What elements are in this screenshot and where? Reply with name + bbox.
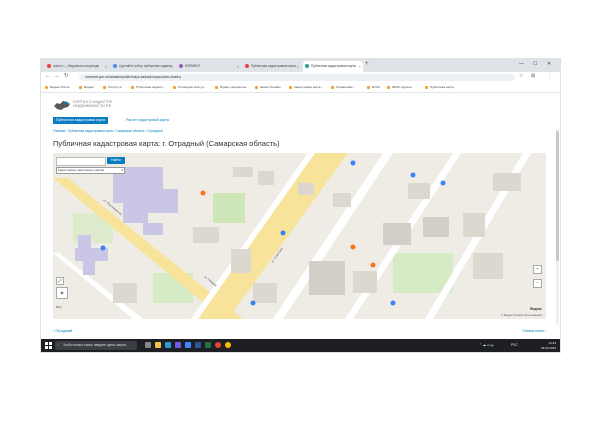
map-attribution[interactable]: © Яндекс Условия использования bbox=[501, 314, 542, 317]
close-icon[interactable]: × bbox=[171, 61, 173, 72]
extensions-icon[interactable]: ⊞ bbox=[531, 73, 535, 79]
file-explorer-icon[interactable] bbox=[155, 342, 161, 348]
bookmark-item[interactable]: Публичная карта bbox=[425, 83, 454, 92]
tray-icons[interactable]: ⌃ ☁ ▭ 🔈 bbox=[479, 339, 495, 352]
bookmark-item[interactable]: Госуслуги bbox=[103, 83, 122, 92]
close-icon[interactable]: × bbox=[297, 61, 299, 72]
map-view[interactable]: ул. Первомайская ул. Советская ул. Гайда… bbox=[53, 153, 546, 319]
bookmark-item[interactable]: Яндекс.Почта bbox=[45, 83, 69, 92]
browser-tab[interactable]: Сделайте отбор публичных кадастр × bbox=[111, 61, 175, 72]
forward-icon[interactable]: → bbox=[54, 73, 60, 79]
tab-public-map[interactable]: Публичная кадастровая карта bbox=[53, 117, 109, 124]
app-icon[interactable] bbox=[175, 342, 181, 348]
web-page: ПОРТАЛ О КАДАСТРЕ НЕДВИЖИМОСТИ РФ Публич… bbox=[41, 93, 560, 339]
browser-tab-active[interactable]: Публичная кадастровая карта × bbox=[303, 61, 363, 72]
zoom-out-button[interactable]: − bbox=[533, 279, 542, 288]
bookmark-icon bbox=[103, 86, 106, 89]
browser-tab[interactable]: Публичная кадастровая карта × bbox=[243, 61, 301, 72]
tab-favicon-icon bbox=[179, 64, 183, 68]
bookmark-icon bbox=[331, 86, 334, 89]
input-language[interactable]: РУС bbox=[511, 339, 518, 352]
bookmark-icon bbox=[215, 86, 218, 89]
excel-icon[interactable] bbox=[205, 342, 211, 348]
close-icon[interactable]: × bbox=[237, 61, 239, 72]
browser-tab-strip: xumi.ru — Ведомость переходн × Сделайте о… bbox=[41, 59, 560, 72]
edge-icon[interactable] bbox=[165, 342, 171, 348]
bookmark-icon bbox=[45, 86, 48, 89]
bookmark-item[interactable]: Яндекс bbox=[79, 83, 94, 92]
menu-icon[interactable]: ⋮ bbox=[547, 73, 552, 79]
tab-calculation[interactable]: Расчет кадастровой карты bbox=[123, 117, 172, 124]
windows-taskbar: ⌕ Чтобы начать поиск, введите здесь запр… bbox=[41, 339, 560, 352]
close-window-icon[interactable]: ✕ bbox=[547, 61, 551, 67]
bookmark-icon bbox=[425, 86, 428, 89]
search-button[interactable]: Найти bbox=[107, 157, 125, 164]
pager-next-link[interactable]: Похвистнево › bbox=[522, 329, 546, 333]
bookmark-icon bbox=[289, 86, 292, 89]
taskbar-clock[interactable]: 14:43 03.03.2023 bbox=[541, 341, 556, 350]
bookmark-item[interactable]: Подать документы... bbox=[215, 83, 249, 92]
search-icon: ⌕ bbox=[57, 343, 59, 347]
bookmark-icon bbox=[131, 86, 134, 89]
word-icon[interactable] bbox=[195, 342, 201, 348]
logo-text: ПОРТАЛ О КАДАСТРЕ НЕДВИЖИМОСТИ РФ bbox=[73, 100, 113, 108]
taskbar-search-input[interactable]: ⌕ Чтобы начать поиск, введите здесь запр… bbox=[55, 341, 137, 350]
layer-select[interactable]: Кадастровые земельные участки ▾ bbox=[56, 167, 125, 174]
map-canvas bbox=[53, 153, 546, 319]
tab-favicon-icon bbox=[245, 64, 249, 68]
task-view-icon[interactable] bbox=[145, 342, 151, 348]
logo-icon bbox=[54, 101, 70, 110]
scrollbar-thumb[interactable] bbox=[556, 131, 559, 261]
minimize-icon[interactable]: — bbox=[519, 61, 524, 67]
page-title: Публичная кадастровая карта: г. Отрадный… bbox=[53, 139, 280, 148]
tab-favicon-icon bbox=[47, 64, 51, 68]
close-icon[interactable]: × bbox=[105, 61, 107, 72]
bookmarks-bar: Яндекс.Почта Яндекс Госуслуги Публичная … bbox=[41, 83, 560, 93]
map-brand: Яндекс bbox=[529, 307, 542, 311]
breadcrumb[interactable]: Главная › Публичная кадастровая карта › … bbox=[53, 129, 163, 133]
layers-button[interactable]: ◈ bbox=[56, 287, 68, 299]
bookmark-item[interactable]: ФИАС Адреса bbox=[387, 83, 412, 92]
zoom-in-button[interactable]: + bbox=[533, 265, 542, 274]
url-text: rosreestr.gov.ru/cadastre/publichnaya-ka… bbox=[85, 75, 181, 79]
fullscreen-button[interactable]: ⤢ bbox=[56, 277, 64, 285]
bookmark-icon bbox=[255, 86, 258, 89]
bookmark-icon bbox=[79, 86, 82, 89]
close-icon[interactable]: × bbox=[359, 61, 361, 72]
browser-toolbar: ← → ↻ rosreestr.gov.ru/cadastre/publichn… bbox=[41, 72, 560, 83]
address-bar[interactable]: rosreestr.gov.ru/cadastre/publichnaya-ka… bbox=[79, 74, 515, 81]
bookmark-item[interactable]: ЕГРН bbox=[367, 83, 380, 92]
bookmark-icon bbox=[173, 86, 176, 89]
bookmark-item[interactable]: Справочник... bbox=[331, 83, 355, 92]
bookmark-item[interactable]: Публичная кадастр... bbox=[131, 83, 166, 92]
browser-tab[interactable]: xumi.ru — Ведомость переходн × bbox=[45, 61, 109, 72]
tab-favicon-icon bbox=[305, 64, 309, 68]
back-icon[interactable]: ← bbox=[45, 73, 51, 79]
browser-tab[interactable]: ЕЛЕМЕНТ × bbox=[177, 61, 241, 72]
maximize-icon[interactable]: ☐ bbox=[533, 61, 537, 67]
chrome-icon[interactable] bbox=[225, 342, 231, 348]
tab-favicon-icon bbox=[113, 64, 117, 68]
bookmark-item[interactable]: Госзакупки Контур... bbox=[173, 83, 206, 92]
bookmark-item[interactable]: Кадастровая карта... bbox=[289, 83, 323, 92]
store-icon[interactable] bbox=[185, 342, 191, 348]
windows-start-icon[interactable] bbox=[45, 342, 52, 349]
scale-label: 50 м bbox=[56, 306, 62, 309]
bookmark-item[interactable]: Земля Онлайн bbox=[255, 83, 281, 92]
yandex-browser-icon[interactable] bbox=[215, 342, 221, 348]
page-scrollbar[interactable] bbox=[556, 129, 559, 325]
pager-prev-link[interactable]: ‹ Отрадный bbox=[53, 329, 72, 333]
new-tab-button[interactable]: + bbox=[365, 61, 369, 67]
cadastral-search-box bbox=[56, 157, 106, 173]
star-icon[interactable]: ☆ bbox=[519, 73, 523, 79]
bookmark-icon bbox=[367, 86, 370, 89]
chevron-down-icon: ▾ bbox=[121, 168, 123, 172]
reload-icon[interactable]: ↻ bbox=[64, 73, 69, 79]
screen: xumi.ru — Ведомость переходн × Сделайте о… bbox=[41, 59, 560, 352]
bookmark-icon bbox=[387, 86, 390, 89]
